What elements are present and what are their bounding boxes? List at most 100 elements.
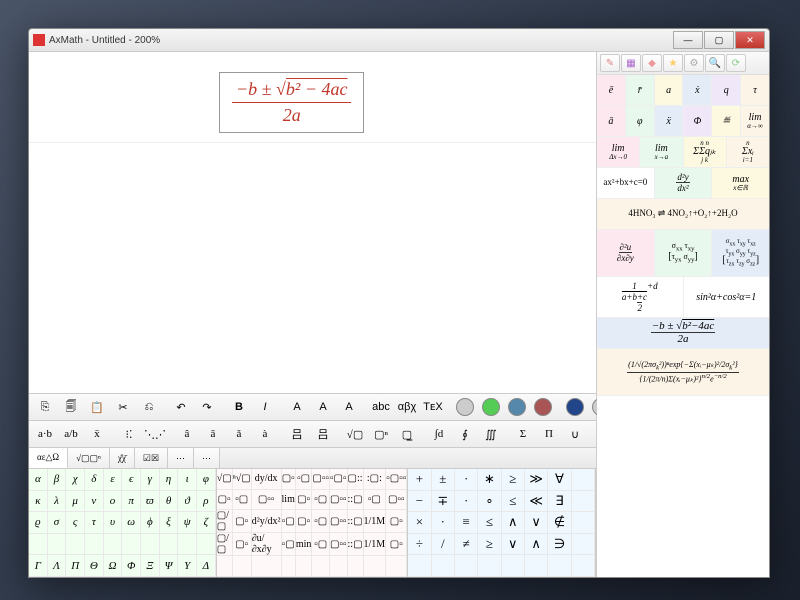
greek-2-5[interactable]: ω — [122, 512, 141, 534]
greek-0-9[interactable]: φ — [197, 469, 216, 491]
greek-2-1[interactable]: σ — [48, 512, 67, 534]
template-2-6[interactable]: ▢▫▫ — [330, 510, 348, 533]
greek-2-6[interactable]: ϕ — [141, 512, 160, 534]
template-button-8[interactable]: ā — [201, 424, 225, 444]
greek-3-8[interactable] — [178, 534, 197, 556]
op-3-2[interactable]: ≠ — [455, 534, 478, 556]
greek-1-1[interactable]: λ — [48, 491, 67, 513]
expr-cell-5-0[interactable]: ∂²u∂x∂y — [597, 230, 655, 276]
template-3-3[interactable]: ▫▢ — [282, 533, 296, 556]
template-button-12[interactable]: 吕 — [285, 424, 309, 444]
template-button-20[interactable]: ∮ — [453, 424, 477, 444]
template-4-7[interactable] — [348, 556, 364, 577]
expr-cell-0-0[interactable]: ē — [597, 75, 626, 105]
template-button-17[interactable]: ▢̲ — [395, 424, 419, 444]
template-0-7[interactable]: ▢:: — [348, 469, 364, 490]
op-3-4[interactable]: ∨ — [502, 534, 525, 556]
template-2-7[interactable]: ::▢ — [348, 510, 364, 533]
expr-cell-1-3[interactable]: Φ — [683, 106, 712, 136]
tab-1[interactable]: √▢▢ⁿ — [68, 448, 110, 468]
op-0-3[interactable]: ∗ — [478, 469, 501, 491]
greek-3-3[interactable] — [85, 534, 104, 556]
greek-0-2[interactable]: χ — [66, 469, 85, 491]
template-button-2[interactable]: ẍ — [85, 424, 109, 444]
greek-2-9[interactable]: ζ — [197, 512, 216, 534]
template-4-6[interactable] — [330, 556, 348, 577]
op-4-1[interactable] — [432, 555, 455, 577]
greek-2-8[interactable]: ψ — [178, 512, 197, 534]
greek-2-3[interactable]: τ — [85, 512, 104, 534]
op-3-5[interactable]: ∧ — [525, 534, 548, 556]
template-1-1[interactable]: ▫▢ — [233, 490, 252, 511]
greek-0-0[interactable]: α — [29, 469, 48, 491]
op-2-2[interactable]: ≡ — [455, 512, 478, 534]
toolbar-button-17[interactable]: αβχ — [395, 397, 419, 417]
side-tool-0[interactable]: ✎ — [600, 54, 620, 72]
expr-cell-4-0[interactable]: 4HNO₃ ⇌ 4NO₂↑+O₂↑+2H₂O — [597, 199, 769, 229]
expr-cell-1-2[interactable]: ẍ — [655, 106, 684, 136]
greek-2-4[interactable]: υ — [104, 512, 123, 534]
op-1-1[interactable]: ∓ — [432, 491, 455, 513]
side-tool-6[interactable]: ⟳ — [726, 54, 746, 72]
template-button-19[interactable]: ∫d — [427, 424, 451, 444]
template-0-2[interactable]: dy/dx — [252, 469, 282, 490]
template-1-9[interactable]: ▢▫▫ — [386, 490, 407, 511]
greek-1-2[interactable]: μ — [66, 491, 85, 513]
expr-cell-5-2[interactable]: [σxx τxy τxzτyx σyy τyzτzx τzy σzz] — [712, 230, 769, 276]
template-4-0[interactable] — [217, 556, 233, 577]
greek-3-2[interactable] — [66, 534, 85, 556]
greek-2-7[interactable]: ξ — [160, 512, 179, 534]
template-4-1[interactable] — [233, 556, 252, 577]
template-4-2[interactable] — [252, 556, 282, 577]
side-tool-5[interactable]: 🔍 — [705, 54, 725, 72]
template-3-9[interactable]: ▢▫ — [386, 533, 407, 556]
expr-cell-0-4[interactable]: q — [712, 75, 741, 105]
op-2-1[interactable]: · — [432, 512, 455, 534]
expr-cell-2-0[interactable]: limΔx→0 — [597, 137, 640, 167]
minimize-button[interactable]: — — [673, 31, 703, 49]
template-0-9[interactable]: ▫▢▫▫ — [386, 469, 407, 490]
expr-cell-2-1[interactable]: limx→a — [640, 137, 683, 167]
titlebar[interactable]: AxMath - Untitled - 200% — ▢ ✕ — [29, 29, 769, 52]
op-0-5[interactable]: ≫ — [525, 469, 548, 491]
template-button-5[interactable]: ⋱⋰ — [143, 424, 167, 444]
template-3-0[interactable]: ▢/▢ — [217, 533, 233, 556]
template-1-6[interactable]: ▢▫▫ — [330, 490, 348, 511]
op-4-4[interactable] — [502, 555, 525, 577]
greek-3-7[interactable] — [160, 534, 179, 556]
template-4-3[interactable] — [282, 556, 296, 577]
op-1-7[interactable] — [572, 491, 595, 513]
expr-cell-2-2[interactable]: n nΣΣqⱼₖj k — [684, 137, 727, 167]
greek-0-4[interactable]: ε — [104, 469, 123, 491]
op-4-7[interactable] — [572, 555, 595, 577]
side-tool-2[interactable]: ◆ — [642, 54, 662, 72]
greek-3-0[interactable] — [29, 534, 48, 556]
template-button-4[interactable]: ⁝⁚ — [117, 424, 141, 444]
template-1-5[interactable]: ▫▢ — [312, 490, 330, 511]
template-4-5[interactable] — [312, 556, 330, 577]
template-button-13[interactable]: 吕 — [311, 424, 335, 444]
template-0-3[interactable]: ▢▫ — [282, 469, 296, 490]
toolbar-button-12[interactable]: A — [285, 397, 309, 417]
template-3-8[interactable]: 1/1M — [364, 533, 387, 556]
op-1-0[interactable]: − — [408, 491, 431, 513]
side-tool-4[interactable]: ⚙ — [684, 54, 704, 72]
op-2-4[interactable]: ∧ — [502, 512, 525, 534]
tab-2[interactable]: χ̂χ̄ — [110, 448, 135, 468]
toolbar-button-4[interactable]: ⎌ — [137, 397, 161, 417]
template-button-1[interactable]: a/b — [59, 424, 83, 444]
op-2-3[interactable]: ≤ — [478, 512, 501, 534]
greek-3-5[interactable] — [122, 534, 141, 556]
template-2-4[interactable]: ▢▫ — [296, 510, 313, 533]
greek-4-6[interactable]: Ξ — [141, 555, 160, 577]
greek-4-1[interactable]: Λ — [48, 555, 67, 577]
op-1-5[interactable]: ≪ — [525, 491, 548, 513]
expr-cell-3-2[interactable]: maxx∈ℝ — [712, 168, 769, 198]
op-4-2[interactable] — [455, 555, 478, 577]
template-button-9[interactable]: ǎ — [227, 424, 251, 444]
greek-1-6[interactable]: ϖ — [141, 491, 160, 513]
side-tool-1[interactable]: ▦ — [621, 54, 641, 72]
expr-cell-3-0[interactable]: ax²+bx+c=0 — [597, 168, 655, 198]
template-0-1[interactable]: ⁿ√▢ — [233, 469, 252, 490]
op-4-5[interactable] — [525, 555, 548, 577]
